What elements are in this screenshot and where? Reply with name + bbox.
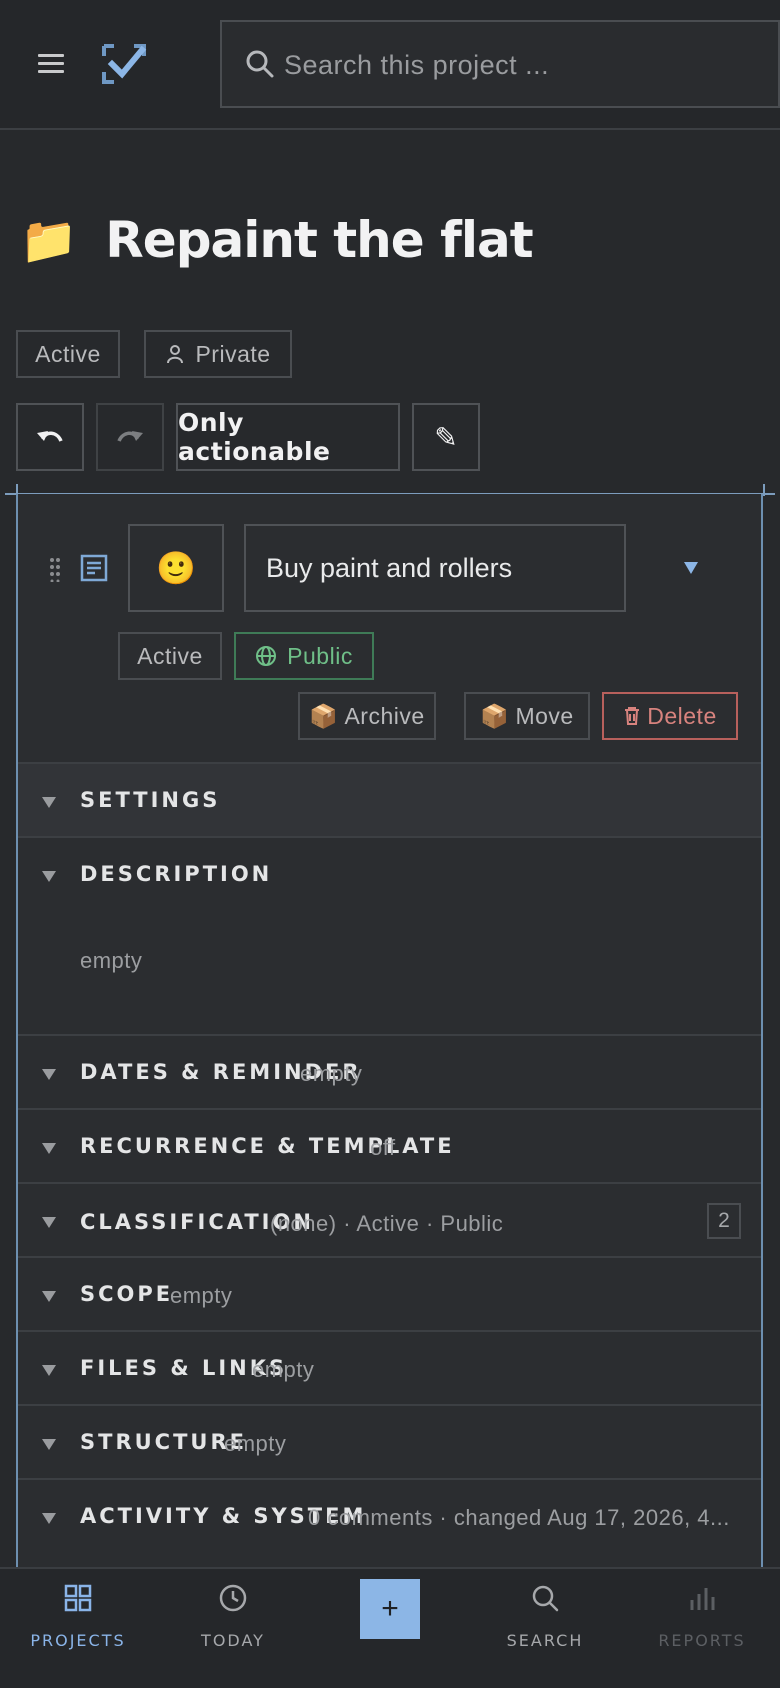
search-input[interactable] [284,40,764,90]
section-value: (none) · Active · Public [270,1211,504,1236]
delete-label: Delete [647,702,717,729]
section-activity-system[interactable]: ACTIVITY & SYSTEM 0 comments · changed A… [18,1478,761,1567]
collapse-triangle-icon [42,1365,56,1376]
nav-today[interactable]: TODAY [163,1569,303,1688]
collapse-triangle-icon [42,1513,56,1524]
section-value: empty [300,1061,363,1086]
section-structure[interactable]: STRUCTURE empty [18,1404,761,1478]
top-bar [0,0,780,130]
dropdown-arrow-icon[interactable] [682,560,700,576]
archive-label: Archive [344,702,425,729]
grid-icon [64,1584,92,1612]
project-visibility-label: Private [195,340,271,367]
pencil-icon: ✎ [434,421,458,453]
emoji-picker-button[interactable]: 🙂 [128,524,224,612]
section-title: DESCRIPTION [80,862,273,886]
move-label: Move [515,702,574,729]
add-button[interactable]: + [360,1579,420,1639]
section-title: SCOPE [80,1282,174,1306]
globe-icon [256,646,277,666]
clock-icon [219,1584,247,1612]
nav-label: REPORTS [658,1631,746,1650]
nav-label: PROJECTS [30,1631,126,1650]
delete-button[interactable]: Delete [602,692,738,740]
section-description[interactable]: DESCRIPTION empty [18,836,761,1034]
nav-label: SEARCH [506,1631,584,1650]
only-actionable-button[interactable]: Only actionable [176,403,400,471]
folder-icon: 📁 [20,213,78,266]
user-icon [167,345,184,364]
trash-icon [625,707,640,725]
nav-search[interactable]: SEARCH [475,1569,615,1688]
move-button[interactable]: 📦 Move [464,692,590,740]
redo-button[interactable] [96,403,164,471]
note-icon[interactable] [80,554,108,582]
panel-corner-right [763,484,765,496]
section-scope[interactable]: SCOPE empty [18,1256,761,1330]
collapse-triangle-icon [42,1439,56,1450]
bar-chart-icon [690,1588,715,1610]
collapse-triangle-icon [42,1143,56,1154]
section-value: off [370,1135,396,1160]
collapse-triangle-icon [42,1217,56,1228]
task-status-chip[interactable]: Active [118,632,222,680]
section-value: empty [224,1431,287,1456]
description-value[interactable]: empty [80,948,142,974]
section-title: SETTINGS [80,788,221,812]
section-classification[interactable]: CLASSIFICATION (none) · Active · Public … [18,1182,761,1256]
section-title: STRUCTURE [80,1430,247,1454]
app-logo-icon[interactable] [100,40,148,88]
project-status-chip[interactable]: Active [16,330,120,378]
only-actionable-label: Only actionable [178,408,331,466]
undo-icon [37,431,63,442]
package-icon: 📦 [309,702,339,729]
task-visibility-chip[interactable]: Public [234,632,374,680]
section-value: empty [170,1283,233,1308]
collapse-triangle-icon [42,1291,56,1302]
package-icon: 📦 [480,702,510,729]
project-visibility-chip[interactable]: Private [144,330,292,378]
nav-label: TODAY [201,1631,265,1650]
menu-icon[interactable] [38,52,66,74]
search-icon [246,50,274,78]
project-title-row: 📁 Repaint the flat [20,200,534,280]
section-dates-reminder[interactable]: DATES & REMINDER empty [18,1034,761,1108]
task-visibility-label: Public [287,642,353,669]
redo-icon [117,431,143,442]
collapse-triangle-icon [42,871,56,882]
search-box[interactable] [220,20,780,108]
task-name-input[interactable] [244,524,626,612]
section-recurrence-template[interactable]: RECURRENCE & TEMPLATE off [18,1108,761,1182]
undo-button[interactable] [16,403,84,471]
collapse-triangle-icon [42,797,56,808]
edit-button[interactable]: ✎ [412,403,480,471]
section-value: 0 comments · changed Aug 17, 2026, 4... [308,1505,730,1530]
archive-button[interactable]: 📦 Archive [298,692,436,740]
collapse-triangle-icon [42,1069,56,1080]
page-title: Repaint the flat [105,211,533,269]
section-files-links[interactable]: FILES & LINKS empty [18,1330,761,1404]
count-badge: 2 [707,1203,741,1239]
section-title: RECURRENCE & TEMPLATE [80,1134,455,1158]
section-settings[interactable]: SETTINGS [18,762,761,836]
section-value: empty [252,1357,315,1382]
nav-projects[interactable]: PROJECTS [8,1569,148,1688]
drag-handle-icon[interactable] [48,556,62,582]
search-icon [532,1585,559,1612]
nav-reports[interactable]: REPORTS [632,1569,772,1688]
